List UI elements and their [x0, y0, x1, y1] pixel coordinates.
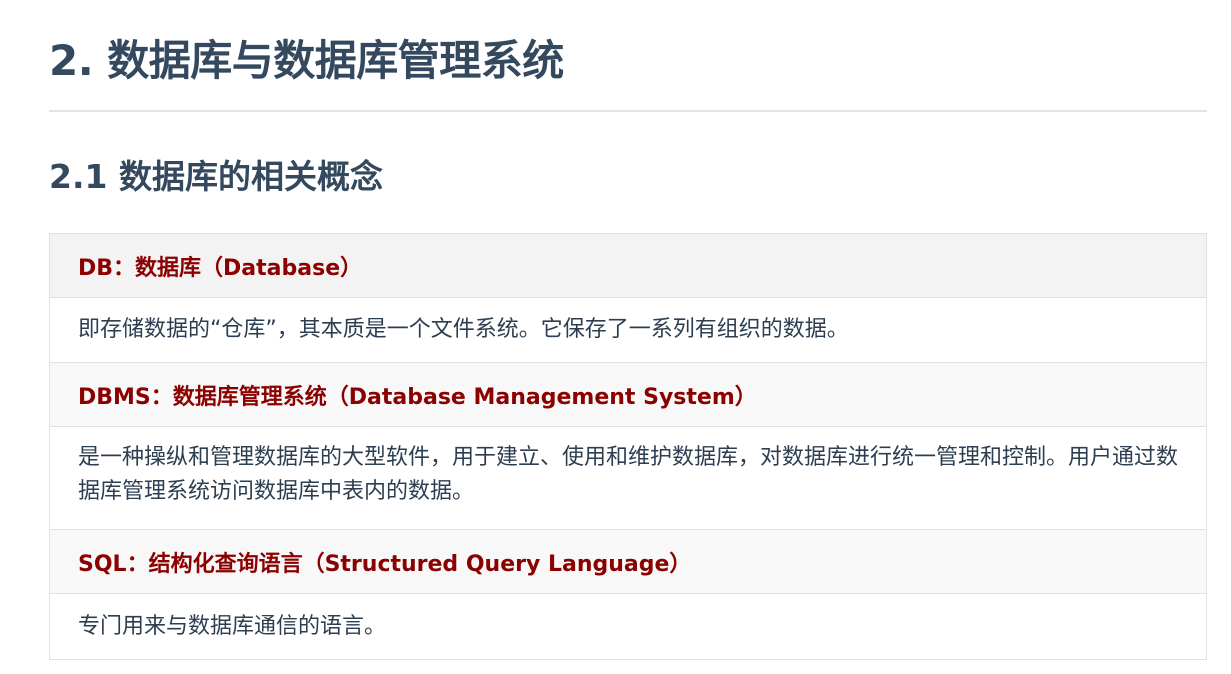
description-sql: 专门用来与数据库通信的语言。 [50, 594, 1206, 659]
term-db: DB：数据库（Database） [50, 234, 1206, 298]
description-db: 即存储数据的“仓库”，其本质是一个文件系统。它保存了一系列有组织的数据。 [50, 298, 1206, 363]
term-dbms: DBMS：数据库管理系统（Database Management System） [50, 363, 1206, 427]
document-page: 2. 数据库与数据库管理系统 2.1 数据库的相关概念 [49, 0, 1207, 197]
term-sql: SQL：结构化查询语言（Structured Query Language） [50, 530, 1206, 594]
section-heading: 2. 数据库与数据库管理系统 [49, 36, 564, 85]
heading-divider [49, 110, 1207, 112]
description-dbms: 是一种操纵和管理数据库的大型软件，用于建立、使用和维护数据库，对数据库进行统一管… [50, 427, 1206, 530]
subsection-heading: 2.1 数据库的相关概念 [49, 157, 383, 196]
definitions-table: DB：数据库（Database） 即存储数据的“仓库”，其本质是一个文件系统。它… [49, 233, 1207, 660]
